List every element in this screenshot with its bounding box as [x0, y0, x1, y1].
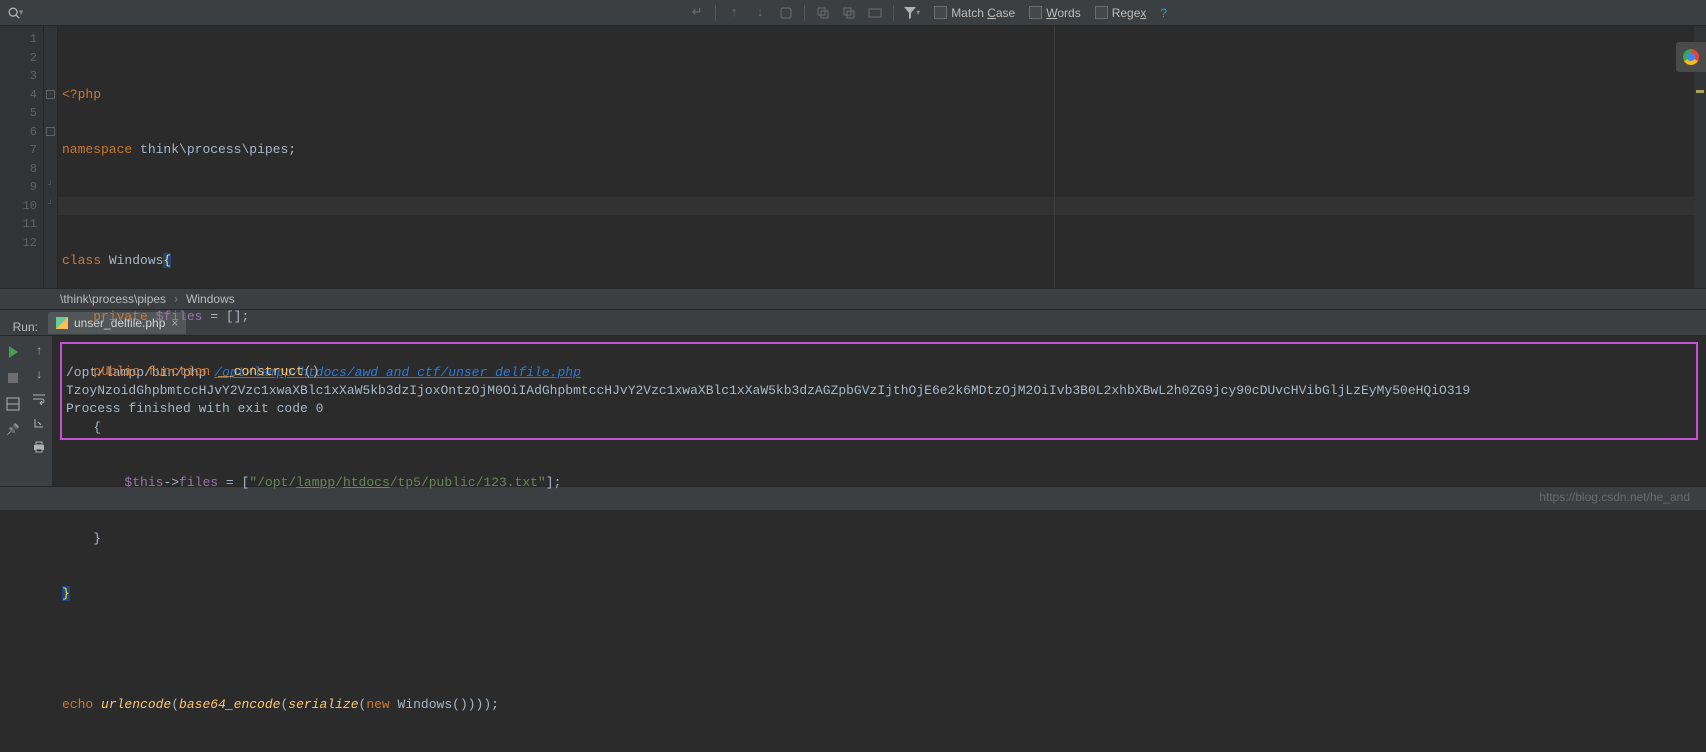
fold-toggle-icon[interactable]: -: [46, 127, 55, 136]
code-editor[interactable]: 1 2 3 4 5 6 7 8 9 10 11 12 - - ┘ ┘ <?php…: [0, 26, 1706, 288]
pin-icon[interactable]: [5, 422, 21, 438]
browser-preview-icon[interactable]: [1676, 42, 1706, 72]
words-checkbox[interactable]: Words: [1029, 6, 1080, 20]
add-selection-icon[interactable]: [813, 3, 833, 23]
search-icon[interactable]: ▾: [4, 2, 26, 24]
soft-wrap-icon[interactable]: [30, 390, 48, 408]
filter-icon[interactable]: ▾: [902, 3, 922, 23]
chrome-icon: [1683, 49, 1699, 65]
print-icon[interactable]: [30, 438, 48, 456]
regex-checkbox[interactable]: Regex: [1095, 6, 1147, 20]
line-number-gutter: 1 2 3 4 5 6 7 8 9 10 11 12: [0, 26, 44, 288]
console-line: TzoyNzoidGhpbmtccHJvY2Vzc1xwaXBlc1xXaW5k…: [66, 383, 1470, 398]
prev-match-icon[interactable]: ↑: [724, 3, 744, 23]
run-toolwindow: ↑ ↓ /opt/lampp/bin/php /opt/lampp/htdocs…: [0, 336, 1706, 486]
remove-selection-icon[interactable]: [839, 3, 859, 23]
select-all-occurrences-icon[interactable]: [865, 3, 885, 23]
match-case-checkbox[interactable]: Match Case: [934, 6, 1015, 20]
console-line: Process finished with exit code 0: [66, 401, 323, 416]
run-console[interactable]: /opt/lampp/bin/php /opt/lampp/htdocs/awd…: [52, 336, 1706, 486]
scroll-down-icon[interactable]: ↓: [30, 366, 48, 384]
search-input[interactable]: [26, 3, 386, 23]
scroll-to-end-icon[interactable]: [30, 414, 48, 432]
fold-gutter[interactable]: - - ┘ ┘: [44, 26, 58, 288]
find-bar: ▾ ↵ ↑ ↓ ▾ Match Case Wo: [0, 0, 1706, 26]
newline-icon[interactable]: ↵: [687, 3, 707, 23]
next-match-icon[interactable]: ↓: [750, 3, 770, 23]
run-console-toolbar: ↑ ↓: [26, 336, 52, 486]
rerun-button[interactable]: [5, 344, 21, 360]
run-toolwindow-label: Run:: [0, 320, 44, 334]
code-area[interactable]: <?php namespace think\process\pipes; cla…: [58, 26, 1706, 288]
search-help-icon[interactable]: ?: [1160, 6, 1167, 20]
run-left-toolbar: [0, 336, 26, 486]
select-all-icon[interactable]: [776, 3, 796, 23]
layout-settings-icon[interactable]: [5, 396, 21, 412]
fold-toggle-icon[interactable]: -: [46, 90, 55, 99]
scroll-up-icon[interactable]: ↑: [30, 342, 48, 360]
stop-button[interactable]: [5, 370, 21, 386]
